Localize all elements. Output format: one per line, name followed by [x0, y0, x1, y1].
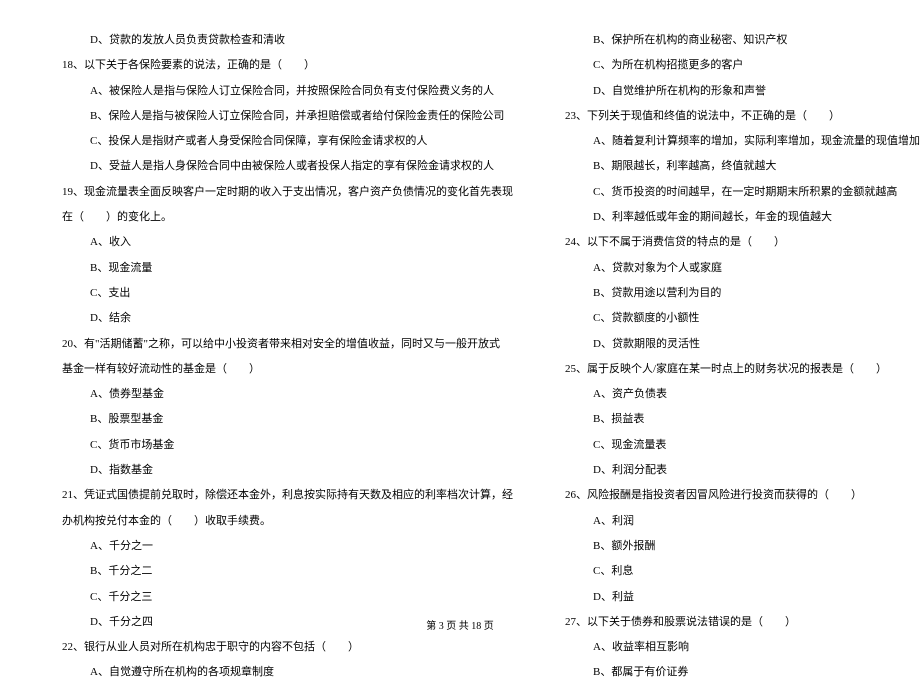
q19-option-b: B、现金流量	[50, 256, 513, 281]
q20-option-b: B、股票型基金	[50, 407, 513, 432]
q22-option-b: B、保护所在机构的商业秘密、知识产权	[553, 28, 920, 53]
q25-option-a: A、资产负债表	[553, 382, 920, 407]
q23-option-b: B、期限越长，利率越高，终值就越大	[553, 154, 920, 179]
q18-option-c: C、投保人是指财产或者人身受保险合同保障，享有保险金请求权的人	[50, 129, 513, 154]
q21: 21、凭证式国债提前兑取时，除偿还本金外，利息按实际持有天数及相应的利率档次计算…	[50, 483, 513, 508]
q18-option-d: D、受益人是指人身保险合同中由被保险人或者投保人指定的享有保险金请求权的人	[50, 154, 513, 179]
right-column: B、保护所在机构的商业秘密、知识产权 C、为所在机构招揽更多的客户 D、自觉维护…	[553, 28, 920, 686]
q24-option-d: D、贷款期限的灵活性	[553, 332, 920, 357]
q18: 18、以下关于各保险要素的说法，正确的是（ ）	[50, 53, 513, 78]
q22: 22、银行从业人员对所在机构忠于职守的内容不包括（ ）	[50, 635, 513, 660]
q27-option-a: A、收益率相互影响	[553, 635, 920, 660]
q20-option-a: A、债券型基金	[50, 382, 513, 407]
q22-option-c: C、为所在机构招揽更多的客户	[553, 53, 920, 78]
q20-option-d: D、指数基金	[50, 458, 513, 483]
q26-option-c: C、利息	[553, 559, 920, 584]
q25: 25、属于反映个人/家庭在某一时点上的财务状况的报表是（ ）	[553, 357, 920, 382]
q24-option-c: C、贷款额度的小额性	[553, 306, 920, 331]
left-column: D、贷款的发放人员负责贷款检查和清收 18、以下关于各保险要素的说法，正确的是（…	[50, 28, 513, 686]
q22-option-a: A、自觉遵守所在机构的各项规章制度	[50, 660, 513, 685]
page-footer: 第 3 页 共 18 页	[0, 617, 920, 632]
q18-option-b: B、保险人是指与被保险人订立保险合同，并承担赔偿或者给付保险金责任的保险公司	[50, 104, 513, 129]
q20-cont: 基金一样有较好流动性的基金是（ ）	[50, 357, 513, 382]
q26-option-b: B、额外报酬	[553, 534, 920, 559]
q20-option-c: C、货币市场基金	[50, 433, 513, 458]
q26-option-a: A、利润	[553, 509, 920, 534]
q25-option-b: B、损益表	[553, 407, 920, 432]
q21-option-c: C、千分之三	[50, 585, 513, 610]
q26-option-d: D、利益	[553, 585, 920, 610]
q19-option-d: D、结余	[50, 306, 513, 331]
q27-option-b: B、都属于有价证券	[553, 660, 920, 685]
q23-option-a: A、随着复利计算频率的增加，实际利率增加，现金流量的现值增加	[553, 129, 920, 154]
q19-cont: 在（ ）的变化上。	[50, 205, 513, 230]
q20: 20、有"活期储蓄"之称，可以给中小投资者带来相对安全的增值收益，同时又与一般开…	[50, 332, 513, 357]
q22-option-d: D、自觉维护所在机构的形象和声誉	[553, 79, 920, 104]
q24-option-b: B、贷款用途以营利为目的	[553, 281, 920, 306]
q24-option-a: A、贷款对象为个人或家庭	[553, 256, 920, 281]
q21-option-b: B、千分之二	[50, 559, 513, 584]
q23-option-c: C、货币投资的时间越早，在一定时期期末所积累的金额就越高	[553, 180, 920, 205]
q26: 26、风险报酬是指投资者因冒风险进行投资而获得的（ ）	[553, 483, 920, 508]
q18-option-a: A、被保险人是指与保险人订立保险合同，并按照保险合同负有支付保险费义务的人	[50, 79, 513, 104]
q19: 19、现金流量表全面反映客户一定时期的收入于支出情况，客户资产负债情况的变化首先…	[50, 180, 513, 205]
q25-option-d: D、利润分配表	[553, 458, 920, 483]
q24: 24、以下不属于消费信贷的特点的是（ ）	[553, 230, 920, 255]
q21-cont: 办机构按兑付本金的（ ）收取手续费。	[50, 509, 513, 534]
q23-option-d: D、利率越低或年金的期间越长，年金的现值越大	[553, 205, 920, 230]
q25-option-c: C、现金流量表	[553, 433, 920, 458]
q19-option-c: C、支出	[50, 281, 513, 306]
q17-option-d: D、贷款的发放人员负责贷款检查和清收	[50, 28, 513, 53]
q19-option-a: A、收入	[50, 230, 513, 255]
q21-option-a: A、千分之一	[50, 534, 513, 559]
q23: 23、下列关于现值和终值的说法中，不正确的是（ ）	[553, 104, 920, 129]
